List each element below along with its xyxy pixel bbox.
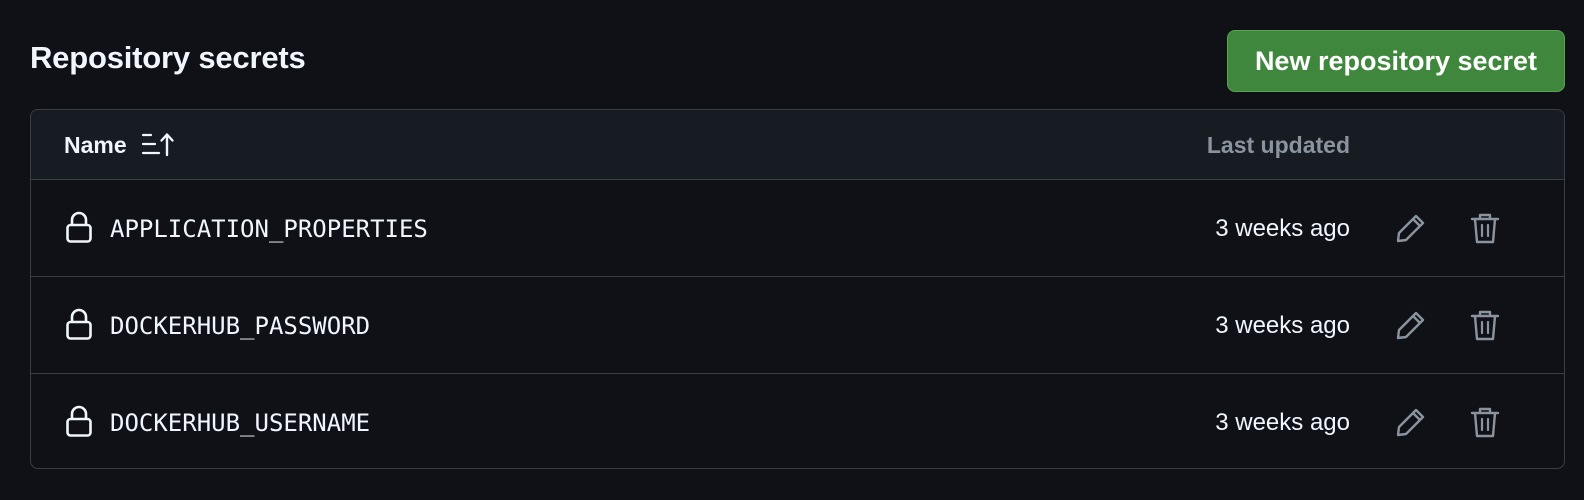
edit-secret-button[interactable] xyxy=(1393,210,1429,246)
pencil-icon xyxy=(1396,311,1425,340)
secret-last-updated: 3 weeks ago xyxy=(1215,214,1350,242)
name-column-header[interactable]: Name xyxy=(64,110,175,180)
lock-icon xyxy=(65,210,93,244)
table-row: APPLICATION_PROPERTIES 3 weeks ago xyxy=(31,180,1564,277)
trash-icon xyxy=(1470,213,1500,244)
delete-secret-button[interactable] xyxy=(1467,307,1503,343)
delete-secret-button[interactable] xyxy=(1467,210,1503,246)
pencil-icon xyxy=(1396,214,1425,243)
edit-secret-button[interactable] xyxy=(1393,404,1429,440)
table-row: DOCKERHUB_PASSWORD 3 weeks ago xyxy=(31,277,1564,374)
secret-name: DOCKERHUB_USERNAME xyxy=(110,408,371,437)
last-updated-column-header: Last updated xyxy=(1206,131,1350,158)
table-header: Name Last updated xyxy=(31,110,1564,180)
delete-secret-button[interactable] xyxy=(1467,404,1503,440)
sort-ascending-icon[interactable] xyxy=(141,131,175,159)
lock-icon xyxy=(65,307,93,341)
lock-icon xyxy=(65,404,93,438)
secret-name: APPLICATION_PROPERTIES xyxy=(110,214,428,243)
name-column-label: Name xyxy=(64,131,127,158)
table-row: DOCKERHUB_USERNAME 3 weeks ago xyxy=(31,374,1564,468)
secret-last-updated: 3 weeks ago xyxy=(1215,408,1350,436)
secrets-header: Repository secrets New repository secret xyxy=(30,30,1565,94)
new-repository-secret-button[interactable]: New repository secret xyxy=(1227,30,1565,92)
page-title: Repository secrets xyxy=(30,40,306,75)
pencil-icon xyxy=(1396,408,1425,437)
edit-secret-button[interactable] xyxy=(1393,307,1429,343)
secret-last-updated: 3 weeks ago xyxy=(1215,311,1350,339)
secret-name: DOCKERHUB_PASSWORD xyxy=(110,311,371,340)
trash-icon xyxy=(1470,310,1500,341)
trash-icon xyxy=(1470,407,1500,438)
secrets-table: Name Last updated APPLICATION_PROPERTIES… xyxy=(30,109,1565,469)
